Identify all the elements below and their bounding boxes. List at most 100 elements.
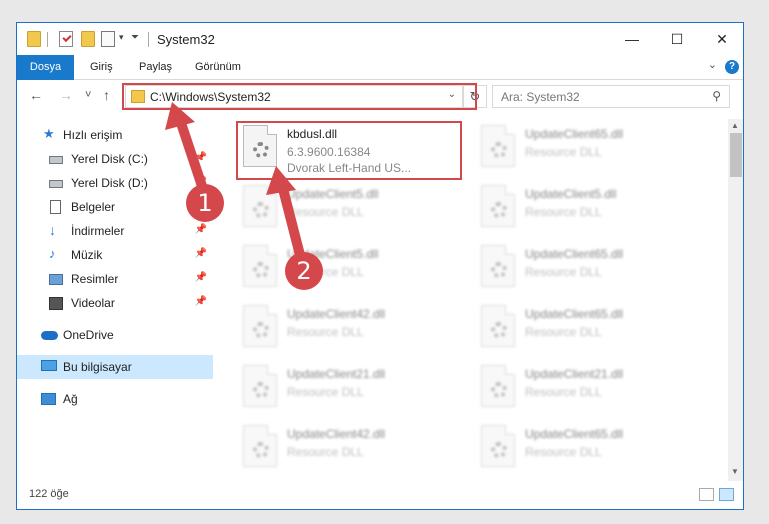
pin-icon[interactable]: 📌 — [195, 272, 207, 283]
sidebar-item-label: Belgeler — [71, 200, 116, 214]
sidebar-item-label: Videolar — [71, 296, 115, 310]
sidebar-item-documents[interactable]: Belgeler 📌 — [17, 195, 213, 219]
file-highlight-box — [236, 121, 462, 180]
pin-icon[interactable]: 📌 — [195, 296, 207, 307]
sidebar-item-disk-d[interactable]: Yerel Disk (D:) 📌 — [17, 171, 213, 195]
maximize-button[interactable]: ☐ — [654, 23, 700, 55]
file-item[interactable]: UpdateClient21.dll Resource DLL — [477, 361, 707, 417]
sidebar-item-label: Müzik — [71, 248, 103, 262]
ribbon-tabs: Dosya Giriş Paylaş Görünüm ⌄ ? — [17, 55, 743, 80]
file-item[interactable]: UpdateClient42.dll Resource DLL — [239, 421, 469, 477]
file-item[interactable]: UpdateClient65.dll Resource DLL — [477, 241, 707, 297]
file-item[interactable]: UpdateClient42.dll Resource DLL — [239, 301, 469, 357]
search-icon: ⚲ — [712, 89, 721, 103]
pin-icon[interactable]: 📌 — [195, 224, 207, 235]
tiles-view-icon[interactable] — [719, 488, 734, 501]
tab-view[interactable]: Görünüm — [185, 55, 251, 80]
file-description: Resource DLL — [525, 265, 602, 279]
recent-locations-button[interactable]: ˅ — [85, 89, 91, 101]
sidebar-item-disk-c[interactable]: Yerel Disk (C:) 📌 — [17, 147, 213, 171]
status-bar: 122 öğe — [17, 483, 743, 509]
title-bar: ▾ ⏷ System32 — ☐ ✕ — [17, 23, 743, 55]
file-item[interactable]: UpdateClient5.dll Resource DLL — [477, 181, 707, 237]
file-description: Resource DLL — [525, 145, 602, 159]
dll-file-icon — [243, 305, 277, 347]
tab-share[interactable]: Paylaş — [129, 55, 182, 80]
new-folder-icon[interactable] — [81, 31, 95, 47]
file-item[interactable]: UpdateClient65.dll Resource DLL — [477, 421, 707, 477]
item-count: 122 öğe — [29, 488, 69, 500]
help-icon[interactable]: ? — [725, 60, 739, 74]
dll-file-icon — [481, 245, 515, 287]
dll-file-icon — [243, 365, 277, 407]
sidebar-item-music[interactable]: ♪ Müzik 📌 — [17, 243, 213, 267]
file-name: UpdateClient21.dll — [287, 367, 386, 381]
tab-file[interactable]: Dosya — [17, 55, 74, 80]
file-name: UpdateClient65.dll — [525, 427, 624, 441]
scroll-thumb[interactable] — [730, 133, 742, 177]
network-icon — [41, 393, 56, 405]
file-name: UpdateClient42.dll — [287, 307, 386, 321]
sidebar-item-network[interactable]: Ağ — [17, 387, 213, 411]
window-title: System32 — [157, 32, 215, 47]
sidebar-item-downloads[interactable]: ↓ İndirmeler 📌 — [17, 219, 213, 243]
step-badge-1: 1 — [186, 184, 224, 222]
toolbar-dropdown-icon[interactable]: ▾ — [119, 32, 124, 43]
details-view-icon[interactable] — [699, 488, 714, 501]
file-description: Resource DLL — [287, 205, 364, 219]
dll-file-icon — [481, 305, 515, 347]
tab-home[interactable]: Giriş — [80, 55, 123, 80]
file-item[interactable]: UpdateClient5.dll Resource DLL — [239, 241, 469, 297]
music-icon: ♪ — [49, 246, 56, 261]
file-item[interactable]: UpdateClient65.dll Resource DLL — [477, 301, 707, 357]
file-name: UpdateClient5.dll — [287, 187, 379, 201]
minimize-button[interactable]: — — [609, 23, 655, 55]
file-name: UpdateClient5.dll — [525, 187, 617, 201]
forward-button[interactable]: → — [59, 87, 73, 103]
file-name: UpdateClient42.dll — [287, 427, 386, 441]
sidebar-item-quick-access[interactable]: ★ Hızlı erişim — [17, 123, 213, 147]
sidebar-item-pictures[interactable]: Resimler 📌 — [17, 267, 213, 291]
back-button[interactable]: ← — [29, 87, 43, 103]
dll-file-icon — [243, 425, 277, 467]
pin-icon[interactable]: 📌 — [195, 152, 207, 163]
customize-toolbar-icon[interactable] — [101, 31, 115, 47]
drive-icon — [49, 180, 63, 188]
file-description: Resource DLL — [525, 385, 602, 399]
sidebar-item-label: OneDrive — [63, 328, 114, 342]
file-item[interactable]: UpdateClient65.dll Resource DLL — [477, 121, 707, 177]
search-input[interactable]: Ara: System32 ⚲ — [492, 85, 730, 108]
sidebar-item-this-pc[interactable]: Bu bilgisayar — [17, 355, 213, 379]
close-button[interactable]: ✕ — [699, 23, 743, 55]
file-description: Resource DLL — [287, 325, 364, 339]
drive-icon — [49, 156, 63, 164]
document-icon — [50, 200, 61, 214]
scroll-up-icon[interactable]: ▲ — [731, 121, 739, 130]
sidebar-item-label: Bu bilgisayar — [63, 360, 132, 374]
address-highlight-box — [122, 83, 477, 110]
file-description: Resource DLL — [287, 385, 364, 399]
scroll-down-icon[interactable]: ▼ — [731, 467, 739, 476]
file-name: UpdateClient21.dll — [525, 367, 624, 381]
dll-file-icon — [481, 425, 515, 467]
chevron-down-icon[interactable]: ⌄ — [708, 58, 717, 71]
star-icon: ★ — [43, 126, 55, 141]
file-description: Resource DLL — [287, 445, 364, 459]
sidebar-item-label: Hızlı erişim — [63, 128, 123, 142]
dll-file-icon — [481, 125, 515, 167]
sidebar-item-onedrive[interactable]: OneDrive — [17, 323, 213, 347]
dll-file-icon — [481, 185, 515, 227]
sidebar-item-videos[interactable]: Videolar 📌 — [17, 291, 213, 315]
sidebar-item-label: Resimler — [71, 272, 119, 286]
computer-icon — [41, 360, 57, 371]
file-item[interactable]: UpdateClient5.dll Resource DLL — [239, 181, 469, 237]
vertical-scrollbar[interactable]: ▲ ▼ — [728, 119, 743, 481]
toolbar-more-icon[interactable]: ⏷ — [131, 32, 139, 43]
pin-icon[interactable]: 📌 — [195, 248, 207, 259]
file-item[interactable]: UpdateClient21.dll Resource DLL — [239, 361, 469, 417]
properties-icon[interactable] — [59, 31, 73, 47]
up-button[interactable]: ↑ — [103, 87, 110, 103]
videos-icon — [49, 297, 63, 310]
divider — [148, 32, 149, 47]
sidebar-item-label: Yerel Disk (C:) — [71, 152, 148, 166]
